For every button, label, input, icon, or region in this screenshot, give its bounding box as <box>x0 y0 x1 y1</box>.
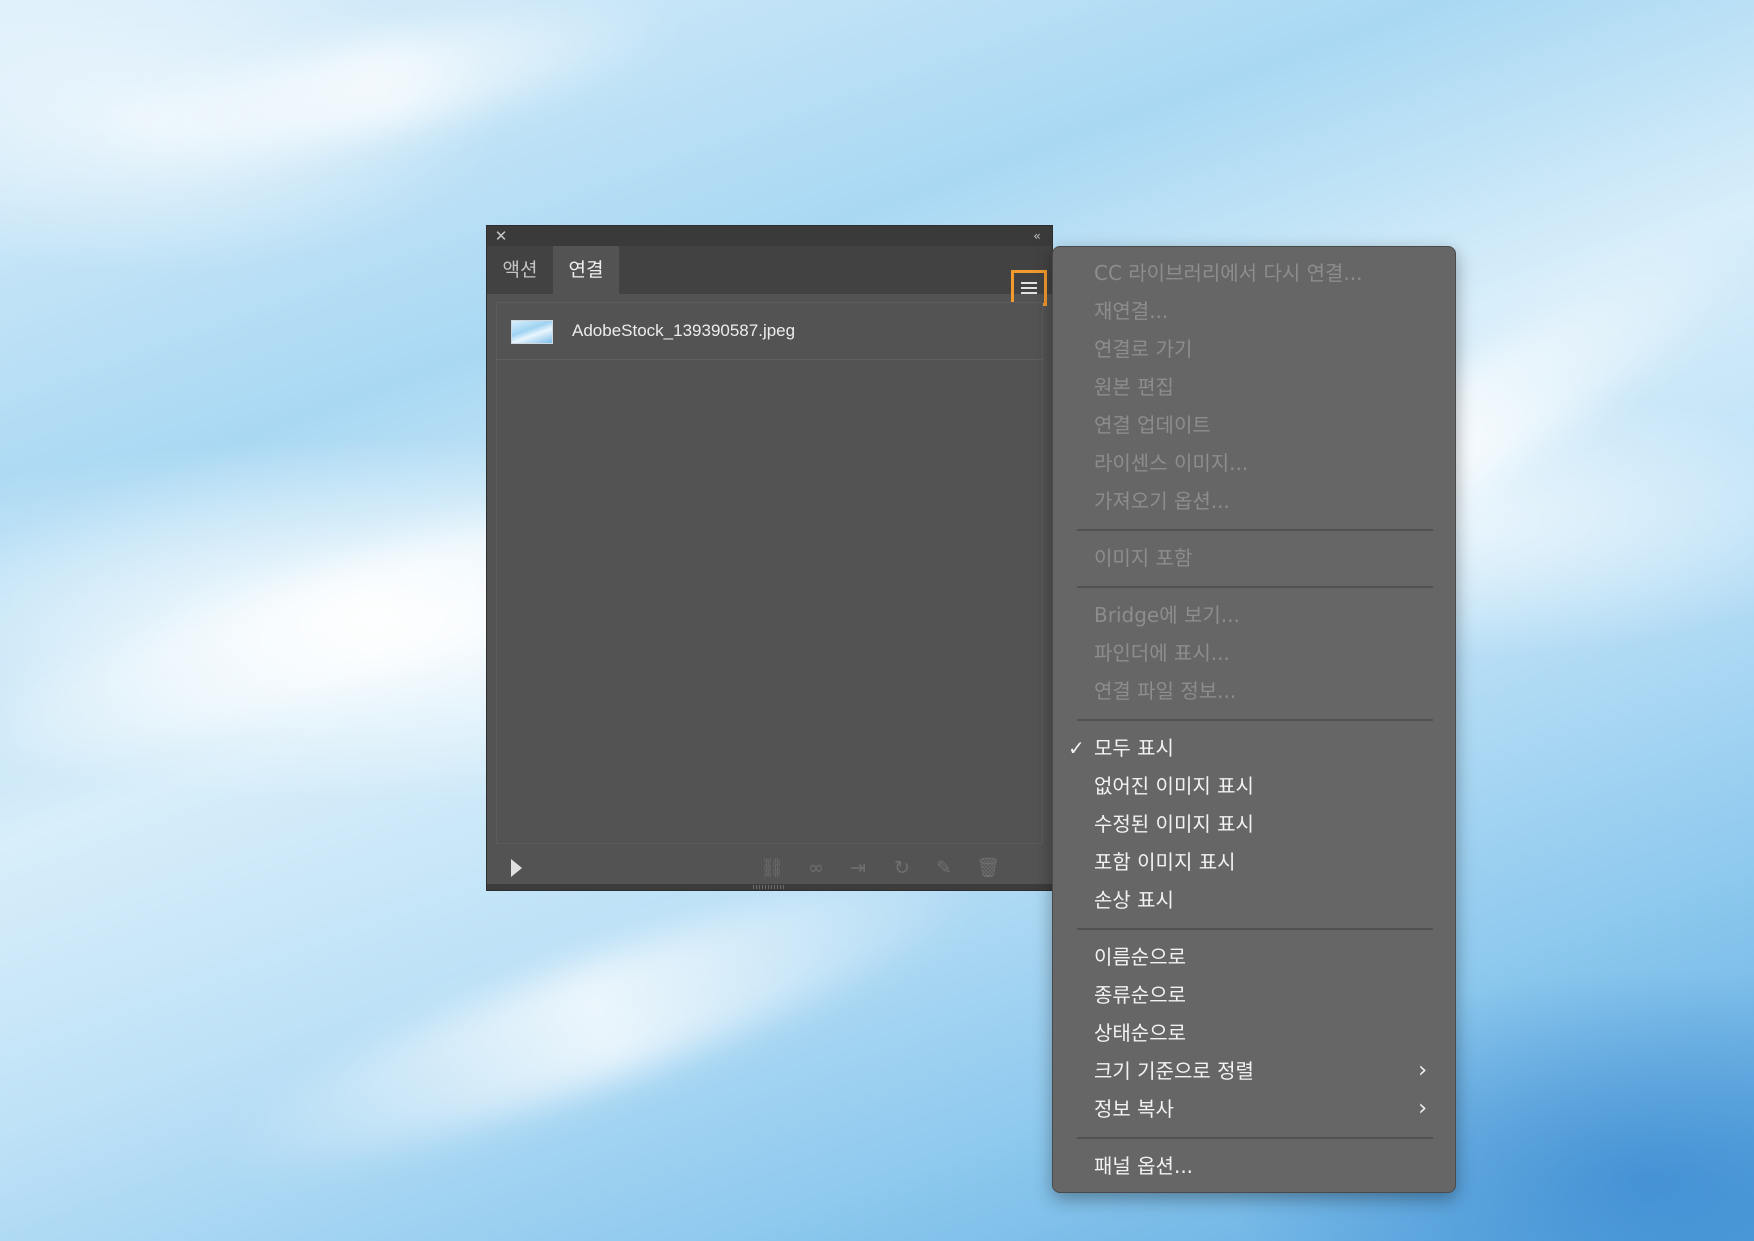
menu-item-show-modified[interactable]: 수정된 이미지 표시 <box>1094 809 1254 839</box>
chevron-right-icon: › <box>1418 1058 1427 1083</box>
delete-icon[interactable]: 🗑 <box>975 858 1001 878</box>
menu-item-relink[interactable]: 재연결... <box>1094 296 1168 326</box>
menu-item-go-to-link[interactable]: 연결로 가기 <box>1094 334 1192 364</box>
hamburger-menu-icon <box>1021 282 1037 294</box>
menu-item-edit-original[interactable]: 원본 편집 <box>1094 372 1174 402</box>
relink-icon[interactable]: ∞ <box>803 858 829 878</box>
menu-item-show-all[interactable]: 모두 표시 <box>1094 733 1174 763</box>
menu-item-sort-by-kind[interactable]: 종류순으로 <box>1094 980 1186 1010</box>
chevron-right-icon: › <box>1418 1096 1427 1121</box>
menu-item-show-missing[interactable]: 없어진 이미지 표시 <box>1094 771 1254 801</box>
menu-item-relink-from-cc-libraries[interactable]: CC 라이브러리에서 다시 연결... <box>1094 258 1362 288</box>
menu-item-show-embedded[interactable]: 포함 이미지 표시 <box>1094 847 1236 877</box>
play-icon[interactable] <box>511 859 522 877</box>
menu-item-sort-by-status[interactable]: 상태순으로 <box>1094 1018 1186 1048</box>
menu-separator <box>1077 586 1433 588</box>
panel-menu-button[interactable] <box>1011 270 1047 306</box>
go-to-link-icon[interactable]: ⇥ <box>845 858 871 878</box>
menu-item-license-image[interactable]: 라이센스 이미지... <box>1094 448 1248 478</box>
link-row[interactable]: AdobeStock_139390587.jpeg <box>496 302 1043 360</box>
panel-tabbar: 액션 연결 <box>487 246 1052 306</box>
menu-item-reveal-in-bridge[interactable]: Bridge에 보기... <box>1094 600 1240 630</box>
links-list: AdobeStock_139390587.jpeg <box>496 302 1043 844</box>
image-thumbnail <box>511 320 553 344</box>
menu-separator <box>1077 719 1433 721</box>
tab-links[interactable]: 연결 <box>553 246 619 294</box>
menu-item-link-file-info[interactable]: 연결 파일 정보... <box>1094 676 1236 706</box>
checkmark-icon: ✓ <box>1068 736 1085 760</box>
menu-separator <box>1077 529 1433 531</box>
panel-flyout-menu: CC 라이브러리에서 다시 연결... 재연결... 연결로 가기 원본 편집 … <box>1052 246 1456 1193</box>
panel-resize-bar[interactable] <box>487 884 1052 890</box>
menu-item-reveal-in-finder[interactable]: 파인더에 표시... <box>1094 638 1230 668</box>
menu-item-show-broken[interactable]: 손상 표시 <box>1094 885 1174 915</box>
links-panel: ✕ ‹‹ 액션 연결 AdobeStock_139390587.jpeg ⛓ ∞… <box>487 226 1052 890</box>
close-icon[interactable]: ✕ <box>493 228 509 244</box>
menu-item-sort-by-name[interactable]: 이름순으로 <box>1094 942 1186 972</box>
menu-separator <box>1077 928 1433 930</box>
edit-original-icon[interactable]: ✎ <box>931 858 957 878</box>
menu-item-embed-image[interactable]: 이미지 포함 <box>1094 543 1192 573</box>
menu-item-panel-options[interactable]: 패널 옵션... <box>1094 1151 1193 1181</box>
resize-grip-icon <box>753 885 785 889</box>
menu-item-copy-info[interactable]: 정보 복사 <box>1094 1094 1174 1124</box>
background-streak <box>77 0 683 192</box>
menu-separator <box>1077 1137 1433 1139</box>
relink-from-cc-libraries-icon[interactable]: ⛓ <box>759 858 785 878</box>
menu-item-sort-by-size[interactable]: 크기 기준으로 정렬 <box>1094 1056 1254 1086</box>
collapse-panel-icon[interactable]: ‹‹ <box>1028 228 1044 244</box>
update-link-icon[interactable]: ↻ <box>889 858 915 878</box>
menu-item-import-options[interactable]: 가져오기 옵션... <box>1094 486 1230 516</box>
menu-item-update-link[interactable]: 연결 업데이트 <box>1094 410 1211 440</box>
panel-titlebar: ✕ ‹‹ <box>487 226 1052 246</box>
link-filename: AdobeStock_139390587.jpeg <box>572 321 796 340</box>
tab-actions[interactable]: 액션 <box>487 246 553 294</box>
